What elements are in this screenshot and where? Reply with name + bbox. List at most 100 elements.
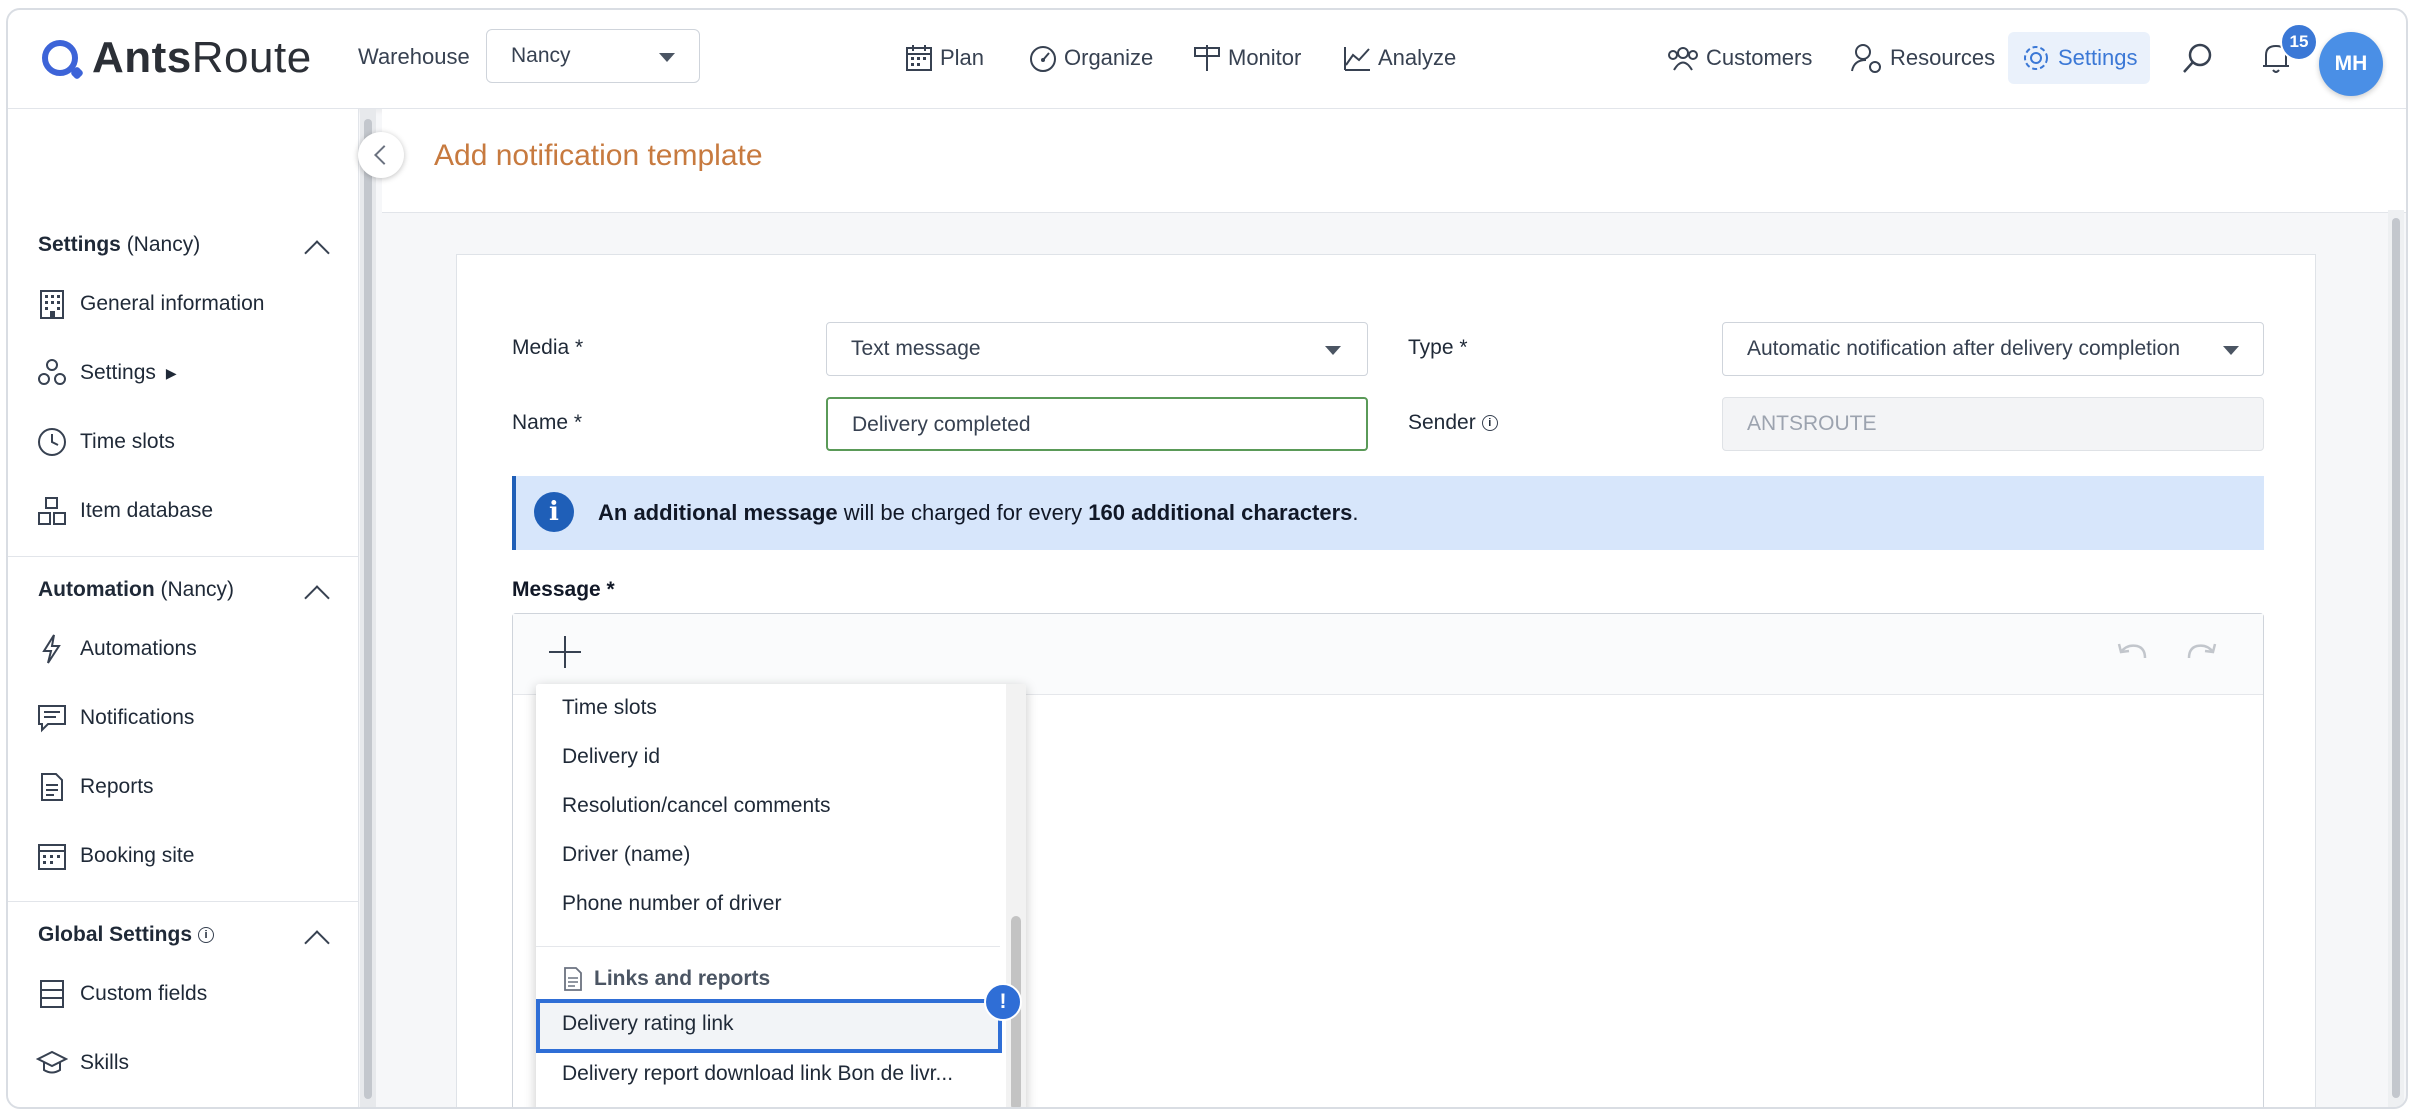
avatar[interactable]: MH bbox=[2319, 32, 2383, 96]
sidebar-item-notifications[interactable]: Notifications bbox=[36, 698, 194, 738]
calendar-icon bbox=[38, 844, 66, 870]
sidebar-item-reports[interactable]: Reports bbox=[36, 767, 154, 807]
alert-icon: ! bbox=[984, 983, 1022, 1021]
main-scrollbar[interactable] bbox=[2388, 210, 2404, 1107]
sidebar: Settings (Nancy) General information Set… bbox=[8, 109, 359, 1107]
type-label: Type * bbox=[1408, 336, 1468, 359]
nav-settings[interactable]: Settings bbox=[2008, 32, 2150, 84]
dropdown-item[interactable]: Delivery id bbox=[562, 745, 660, 769]
dropdown-item[interactable]: Delivery report download link Bon de liv… bbox=[562, 1062, 953, 1086]
sidebar-item-skills[interactable]: Skills bbox=[36, 1043, 129, 1083]
graduation-cap-icon bbox=[36, 1050, 68, 1074]
dropdown-separator bbox=[536, 946, 1000, 947]
divider bbox=[8, 556, 358, 557]
dropdown-item[interactable]: Time slots bbox=[562, 696, 657, 720]
sender-input: ANTSROUTE bbox=[1722, 397, 2264, 451]
search-button[interactable] bbox=[2180, 36, 2222, 80]
info-icon: i bbox=[534, 492, 574, 532]
info-banner: i An additional message will be charged … bbox=[512, 476, 2264, 550]
settings-section-header[interactable]: Settings (Nancy) bbox=[38, 233, 200, 257]
calendar-icon bbox=[906, 45, 932, 71]
chevron-down-icon bbox=[2223, 346, 2239, 355]
lightning-icon bbox=[42, 634, 61, 664]
message-label: Message * bbox=[512, 578, 615, 601]
media-select[interactable]: Text message bbox=[826, 322, 1368, 376]
chevron-left-icon bbox=[374, 145, 394, 165]
users-icon bbox=[1668, 47, 1698, 71]
sidebar-item-general-information[interactable]: General information bbox=[36, 284, 264, 324]
insert-variable-button[interactable] bbox=[549, 636, 581, 668]
nav-customers[interactable]: Customers bbox=[1666, 36, 1812, 80]
warehouse-label: Warehouse bbox=[358, 44, 470, 69]
undo-icon[interactable] bbox=[2115, 638, 2149, 668]
nav-plan[interactable]: Plan bbox=[904, 36, 984, 80]
type-select[interactable]: Automatic notification after delivery co… bbox=[1722, 322, 2264, 376]
message-icon bbox=[38, 705, 66, 733]
nav-monitor-label: Monitor bbox=[1228, 45, 1302, 70]
dropdown-item[interactable]: Resolution/cancel comments bbox=[562, 794, 830, 818]
submenu-arrow-icon: ▶ bbox=[165, 364, 177, 381]
nav-resources[interactable]: Resources bbox=[1850, 36, 1995, 80]
dropdown-item[interactable]: Driver (name) bbox=[562, 843, 690, 867]
sidebar-item-automations[interactable]: Automations bbox=[36, 629, 197, 669]
notification-badge: 15 bbox=[2280, 23, 2318, 61]
app-window: AntsRoute Warehouse Nancy Plan Organize bbox=[6, 8, 2408, 1109]
redo-icon[interactable] bbox=[2185, 638, 2219, 668]
sidebar-item-label: Time slots bbox=[80, 430, 175, 453]
user-gear-icon bbox=[1851, 44, 1881, 73]
nav-customers-label: Customers bbox=[1706, 45, 1813, 70]
sidebar-item-settings[interactable]: Settings ▶ bbox=[36, 353, 177, 393]
boxes-icon bbox=[38, 497, 66, 525]
sidebar-item-booking-site[interactable]: Booking site bbox=[36, 836, 194, 876]
sidebar-scrollbar[interactable] bbox=[360, 109, 376, 1107]
sender-value: ANTSROUTE bbox=[1747, 412, 1877, 435]
nav-resources-label: Resources bbox=[1890, 45, 1996, 70]
chevron-down-icon bbox=[659, 53, 675, 62]
media-label: Media * bbox=[512, 336, 584, 359]
chart-icon bbox=[1344, 47, 1370, 71]
chevron-up-icon[interactable] bbox=[304, 585, 330, 611]
name-input[interactable]: Delivery completed bbox=[826, 397, 1368, 451]
nav-organize-label: Organize bbox=[1064, 45, 1154, 70]
logo[interactable]: AntsRoute bbox=[42, 32, 312, 84]
global-settings-section-header[interactable]: Global Settings i bbox=[38, 923, 215, 947]
dropdown-group-header: Links and reports bbox=[562, 966, 770, 992]
automation-section-header[interactable]: Automation (Nancy) bbox=[38, 578, 234, 602]
gears-icon bbox=[38, 359, 66, 385]
variable-dropdown: Time slots Delivery id Resolution/cancel… bbox=[536, 684, 1026, 1107]
sidebar-item-label: Custom fields bbox=[80, 982, 208, 1005]
nav-monitor[interactable]: Monitor bbox=[1192, 36, 1301, 80]
scrollbar-thumb[interactable] bbox=[364, 119, 372, 1099]
sidebar-item-label: Booking site bbox=[80, 844, 195, 867]
info-icon: i bbox=[198, 927, 215, 944]
scrollbar-thumb[interactable] bbox=[2392, 218, 2400, 1098]
building-icon bbox=[40, 290, 64, 319]
document-icon bbox=[564, 967, 582, 991]
gauge-icon bbox=[1030, 46, 1056, 72]
chevron-up-icon[interactable] bbox=[304, 930, 330, 956]
dropdown-item[interactable]: Phone number of driver bbox=[562, 892, 781, 916]
chevron-up-icon[interactable] bbox=[304, 240, 330, 266]
dropdown-item[interactable]: Delivery rating link bbox=[562, 1012, 734, 1036]
nav-organize[interactable]: Organize bbox=[1028, 36, 1153, 80]
sidebar-item-label: Skills bbox=[80, 1051, 130, 1074]
chevron-down-icon bbox=[1325, 346, 1341, 355]
nav-settings-label: Settings bbox=[2058, 45, 2138, 70]
collapse-sidebar-button[interactable] bbox=[358, 132, 404, 178]
divider bbox=[8, 901, 358, 902]
sidebar-item-time-slots[interactable]: Time slots bbox=[36, 422, 175, 462]
page-title: Add notification template bbox=[434, 139, 763, 172]
nav-plan-label: Plan bbox=[940, 45, 985, 70]
dropdown-scrollbar[interactable] bbox=[1006, 684, 1026, 1107]
logo-icon bbox=[42, 40, 78, 76]
document-icon bbox=[41, 773, 63, 801]
sidebar-item-item-database[interactable]: Item database bbox=[36, 491, 213, 531]
warehouse-select[interactable]: Nancy bbox=[486, 29, 700, 83]
type-value: Automatic notification after delivery co… bbox=[1747, 337, 2181, 360]
page-header: Add notification template bbox=[382, 109, 2406, 213]
search-icon bbox=[2183, 43, 2212, 73]
banner-text: An additional message will be charged fo… bbox=[598, 500, 1359, 525]
nav-analyze[interactable]: Analyze bbox=[1342, 36, 1456, 80]
sidebar-item-custom-fields[interactable]: Custom fields bbox=[36, 974, 207, 1014]
sidebar-item-label: Settings bbox=[80, 361, 156, 384]
